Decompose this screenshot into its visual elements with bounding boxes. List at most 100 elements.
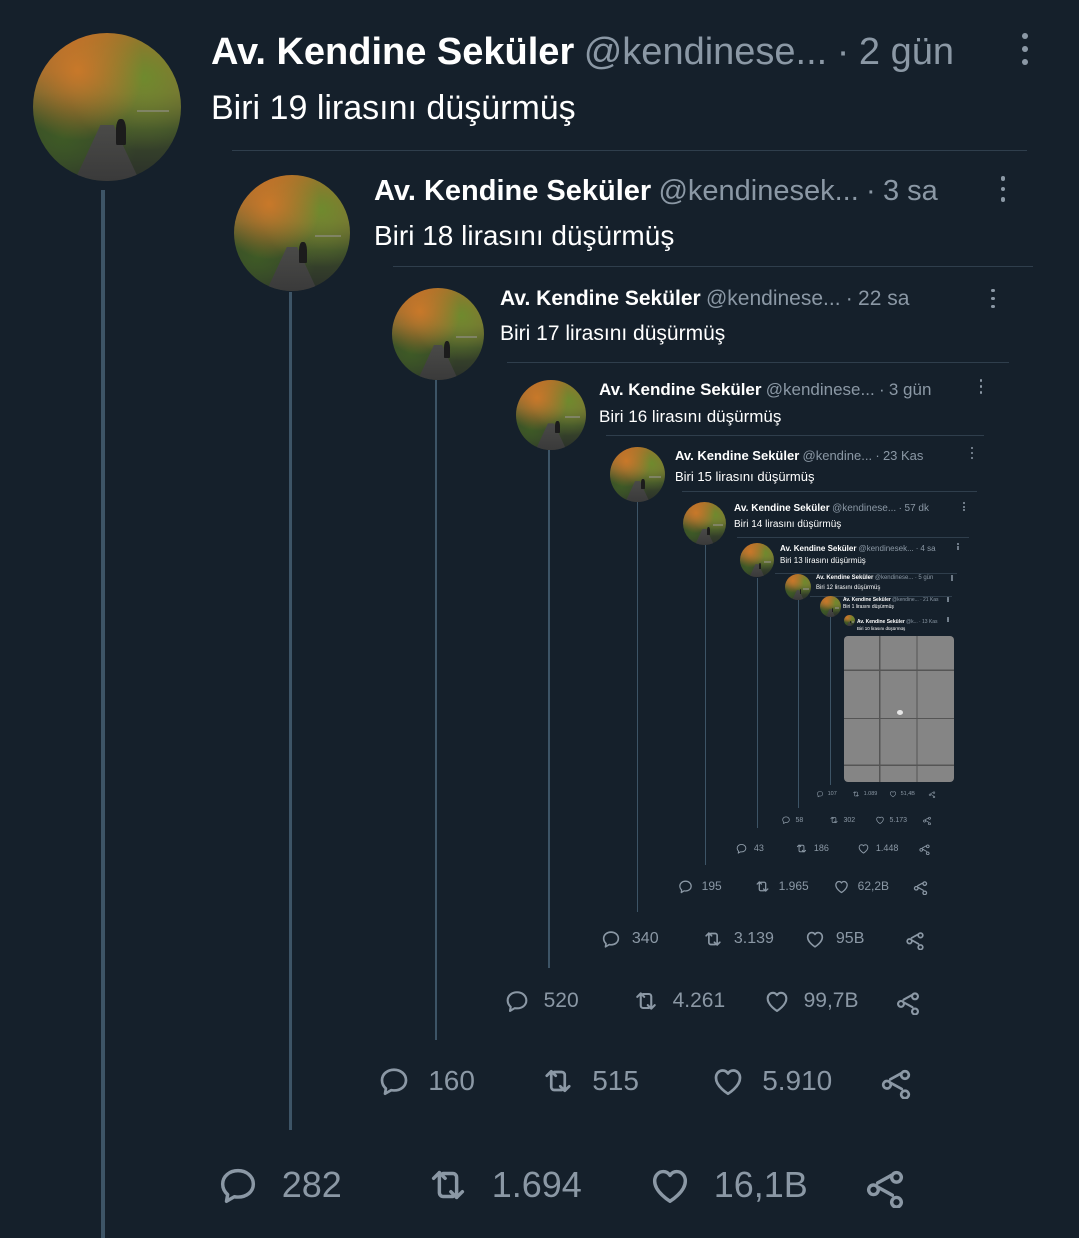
share-button[interactable]	[894, 987, 922, 1015]
share-icon	[881, 1069, 911, 1099]
avatar[interactable]	[820, 596, 841, 617]
separator-dot: ·	[914, 574, 917, 581]
timestamp[interactable]: 22 sa	[858, 287, 909, 311]
timestamp[interactable]: 4 sa	[920, 544, 935, 553]
timestamp[interactable]: 3 sa	[883, 175, 938, 208]
retweet-button[interactable]: 302	[829, 815, 855, 825]
reply-count: 43	[753, 843, 764, 853]
avatar[interactable]	[683, 502, 726, 545]
avatar[interactable]	[33, 33, 181, 181]
attached-photo[interactable]	[844, 636, 954, 782]
like-button[interactable]: 95B	[804, 928, 864, 950]
share-button[interactable]	[904, 928, 926, 950]
tweet-header: Av. Kendine Seküler @kendinese... · 3 gün	[599, 380, 931, 400]
reply-button[interactable]: 43	[735, 842, 764, 855]
like-button[interactable]: 1.448	[857, 842, 898, 855]
share-button[interactable]	[862, 1162, 908, 1208]
retweet-button[interactable]: 1.965	[754, 878, 809, 895]
more-icon[interactable]	[970, 447, 974, 459]
reply-button[interactable]: 107	[816, 790, 837, 798]
retweet-button[interactable]: 1.694	[425, 1162, 582, 1208]
user-handle[interactable]: @kendinese...	[832, 503, 896, 514]
tweet-text: Biri 16 lirasını düşürmüş	[599, 406, 782, 426]
timestamp[interactable]: 3 gün	[889, 380, 932, 400]
user-handle[interactable]: @kendinese...	[875, 575, 913, 581]
tweet-header: Av. Kendine Seküler @kendinese... · 57 dk	[734, 503, 929, 514]
more-icon[interactable]	[947, 617, 949, 623]
more-icon[interactable]	[947, 597, 949, 603]
reply-button[interactable]: 160	[376, 1063, 475, 1099]
retweet-count: 515	[592, 1065, 639, 1096]
like-button[interactable]: 62,2B	[833, 878, 889, 895]
more-icon[interactable]	[979, 379, 983, 394]
share-button[interactable]	[928, 790, 936, 798]
share-button[interactable]	[922, 815, 932, 825]
timestamp[interactable]: 13 Kas	[922, 619, 938, 625]
user-handle[interactable]: @kendinese...	[766, 380, 875, 400]
separator-dot: ·	[866, 175, 876, 208]
more-icon[interactable]	[991, 289, 995, 308]
tweet-text: Biri 1 lirasını düşürmüş	[843, 603, 894, 610]
user-handle[interactable]: @kendinese...	[706, 287, 841, 311]
tweet-header: Av. Kendine Seküler @kendinesek... · 4 sa	[780, 544, 936, 553]
reply-button[interactable]: 195	[677, 878, 722, 895]
like-icon	[876, 816, 884, 824]
avatar[interactable]	[740, 543, 774, 577]
timestamp[interactable]: 21 Kas	[923, 597, 939, 603]
reply-button[interactable]: 58	[781, 815, 803, 825]
timestamp[interactable]: 5 gün	[918, 575, 933, 581]
avatar[interactable]	[516, 380, 586, 450]
avatar[interactable]	[610, 447, 665, 502]
like-button[interactable]: 5.910	[710, 1063, 832, 1099]
more-icon[interactable]	[1022, 33, 1028, 65]
share-button[interactable]	[912, 878, 929, 895]
like-count: 5.910	[762, 1065, 833, 1096]
display-name[interactable]: Av. Kendine Seküler	[211, 31, 574, 74]
display-name[interactable]: Av. Kendine Seküler	[857, 619, 905, 625]
user-handle[interactable]: @kendinesek...	[858, 544, 913, 553]
reply-button[interactable]: 282	[215, 1162, 342, 1208]
timestamp[interactable]: 23 Kas	[883, 448, 923, 463]
more-icon[interactable]	[1000, 176, 1006, 202]
separator-dot: ·	[836, 30, 850, 73]
like-button[interactable]: 5.173	[875, 815, 907, 825]
user-handle[interactable]: @kendine...	[892, 597, 919, 603]
more-icon[interactable]	[951, 575, 953, 581]
avatar[interactable]	[392, 288, 484, 380]
user-handle[interactable]: @k...	[906, 619, 918, 625]
display-name[interactable]: Av. Kendine Seküler	[599, 380, 762, 400]
display-name[interactable]: Av. Kendine Seküler	[780, 544, 856, 553]
display-name[interactable]: Av. Kendine Seküler	[843, 597, 891, 603]
share-button[interactable]	[878, 1063, 914, 1099]
share-button[interactable]	[918, 842, 931, 855]
display-name[interactable]: Av. Kendine Seküler	[675, 448, 799, 463]
retweet-button[interactable]: 186	[795, 842, 829, 855]
more-icon[interactable]	[963, 502, 965, 511]
avatar[interactable]	[785, 574, 811, 600]
display-name[interactable]: Av. Kendine Seküler	[816, 575, 873, 581]
display-name[interactable]: Av. Kendine Seküler	[374, 175, 651, 208]
retweet-button[interactable]: 1.089	[852, 790, 877, 798]
retweet-button[interactable]: 3.139	[702, 928, 774, 950]
like-button[interactable]: 16,1B	[647, 1162, 808, 1208]
timestamp[interactable]: 2 gün	[859, 31, 954, 74]
more-icon[interactable]	[957, 543, 959, 550]
avatar[interactable]	[844, 615, 855, 626]
display-name[interactable]: Av. Kendine Seküler	[500, 287, 701, 311]
retweet-button[interactable]: 4.261	[632, 987, 725, 1015]
retweet-icon	[830, 816, 838, 824]
reply-count: 160	[428, 1065, 475, 1096]
retweet-count: 1.694	[491, 1164, 582, 1205]
like-button[interactable]: 51,4B	[889, 790, 915, 798]
reply-button[interactable]: 340	[600, 928, 659, 950]
like-button[interactable]: 99,7B	[763, 987, 858, 1015]
user-handle[interactable]: @kendinesek...	[658, 175, 858, 208]
user-handle[interactable]: @kendine...	[803, 448, 873, 463]
user-handle[interactable]: @kendinese...	[584, 31, 828, 74]
retweet-button[interactable]: 515	[540, 1063, 639, 1099]
tweet-header: Av. Kendine Seküler @kendine... · 23 Kas	[675, 448, 923, 463]
reply-button[interactable]: 520	[503, 987, 579, 1015]
avatar[interactable]	[234, 175, 350, 291]
display-name[interactable]: Av. Kendine Seküler	[734, 503, 830, 514]
timestamp[interactable]: 57 dk	[905, 503, 929, 514]
